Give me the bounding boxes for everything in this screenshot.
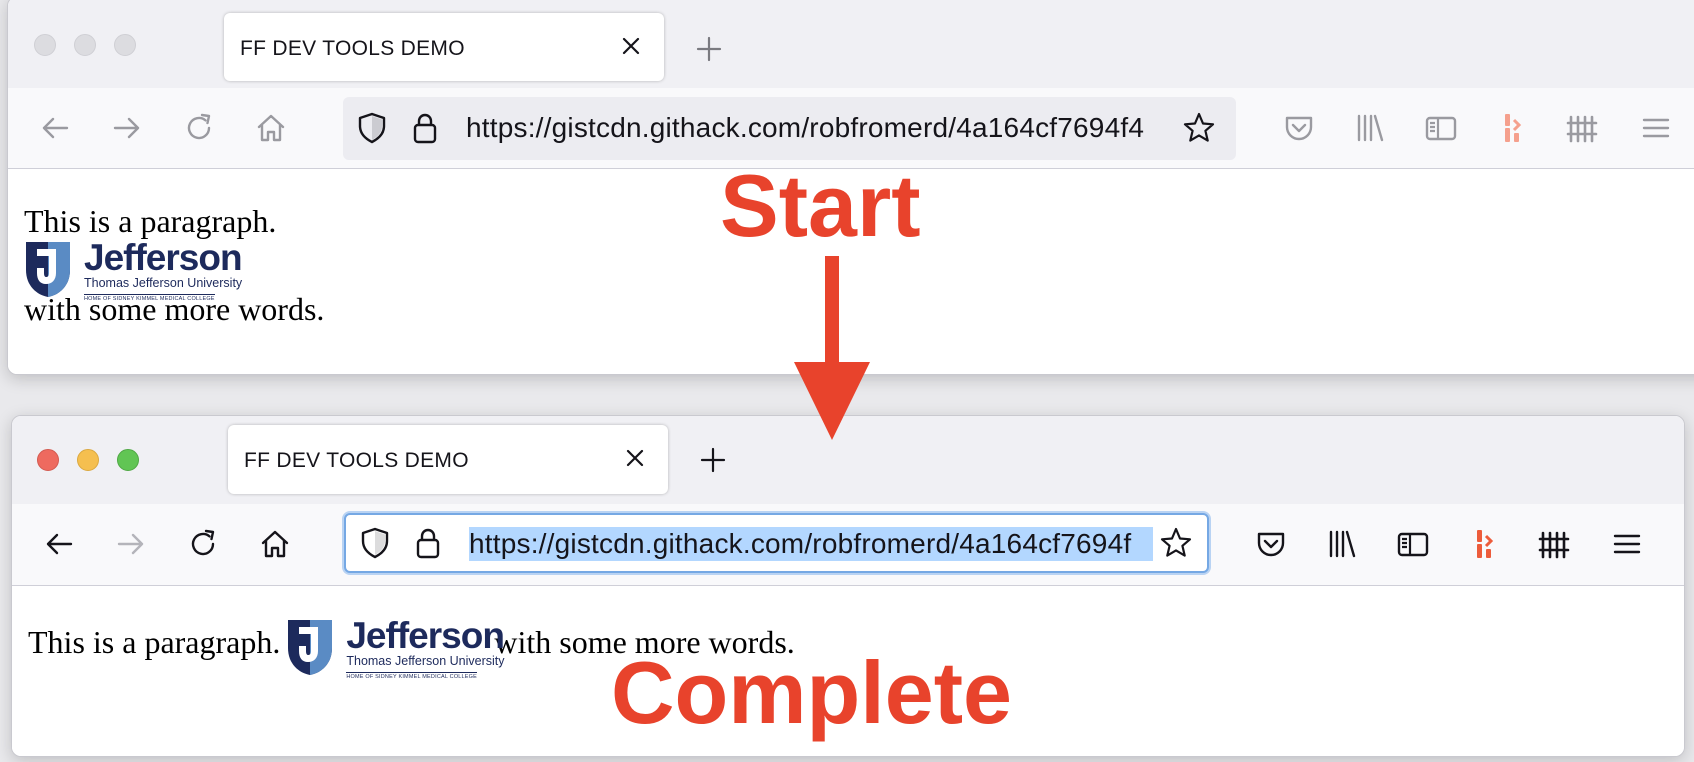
minimize-window-button[interactable]: [74, 34, 96, 56]
complete-annotation-label: Complete: [611, 643, 1012, 742]
logo-subtitle: Thomas Jefferson University: [346, 654, 505, 668]
lock-icon[interactable]: [411, 526, 445, 560]
close-window-button[interactable]: [37, 449, 59, 471]
tab-ff-dev-tools-demo[interactable]: FF DEV TOOLS DEMO: [228, 425, 668, 494]
paragraph-start-text: This is a paragraph.: [28, 624, 281, 660]
window-controls: [34, 34, 136, 56]
extension-icon[interactable]: [1467, 527, 1501, 561]
home-icon[interactable]: [258, 527, 292, 561]
lock-icon[interactable]: [408, 111, 442, 145]
library-icon[interactable]: [1353, 111, 1387, 145]
reload-icon[interactable]: [186, 527, 220, 561]
down-arrow-icon: [794, 256, 870, 440]
minimize-window-button[interactable]: [77, 449, 99, 471]
menu-icon[interactable]: [1639, 111, 1673, 145]
fence-icon[interactable]: [1566, 111, 1600, 145]
tab-title: FF DEV TOOLS DEMO: [244, 449, 469, 472]
tab-ff-dev-tools-demo[interactable]: FF DEV TOOLS DEMO: [224, 13, 664, 81]
plus-icon[interactable]: [696, 443, 730, 477]
forward-icon[interactable]: [114, 527, 148, 561]
paragraph-end-text: with some more words.: [24, 291, 325, 327]
back-icon[interactable]: [42, 527, 76, 561]
jefferson-shield-icon: [288, 620, 333, 675]
url-text-selected[interactable]: https://gistcdn.githack.com/robfromerd/4…: [469, 527, 1153, 561]
logo-name: Jefferson: [346, 615, 505, 656]
paragraph-start-text: This is a paragraph.: [24, 203, 277, 239]
window-controls: [37, 449, 139, 471]
shield-icon[interactable]: [358, 526, 392, 560]
close-window-button[interactable]: [34, 34, 56, 56]
start-annotation-label: Start: [720, 156, 921, 255]
library-icon[interactable]: [1325, 527, 1359, 561]
star-icon[interactable]: [1159, 526, 1193, 560]
navigation-toolbar: https://gistcdn.githack.com/robfromerd/4…: [12, 504, 1684, 586]
back-icon[interactable]: [38, 111, 72, 145]
zoom-window-button[interactable]: [114, 34, 136, 56]
sidebar-icon[interactable]: [1396, 527, 1430, 561]
zoom-window-button[interactable]: [117, 449, 139, 471]
star-icon[interactable]: [1182, 111, 1216, 145]
plus-icon[interactable]: [692, 32, 726, 66]
sidebar-icon[interactable]: [1424, 111, 1458, 145]
logo-subtitle: Thomas Jefferson University: [84, 276, 243, 290]
pocket-icon[interactable]: [1282, 111, 1316, 145]
logo-tagline: HOME OF SIDNEY KIMMEL MEDICAL COLLEGE: [346, 672, 478, 680]
jefferson-shield-icon: [26, 242, 70, 297]
jefferson-logo: Jefferson Thomas Jefferson University HO…: [286, 615, 505, 680]
forward-icon[interactable]: [110, 111, 144, 145]
close-icon[interactable]: [616, 31, 646, 61]
shield-icon[interactable]: [355, 111, 389, 145]
menu-icon[interactable]: [1610, 527, 1644, 561]
address-bar[interactable]: https://gistcdn.githack.com/robfromerd/4…: [343, 97, 1236, 160]
tab-strip: FF DEV TOOLS DEMO: [8, 0, 1694, 88]
close-icon[interactable]: [620, 443, 650, 473]
fence-icon[interactable]: [1538, 527, 1572, 561]
extension-icon[interactable]: [1495, 111, 1529, 145]
logo-name: Jefferson: [84, 237, 243, 278]
reload-icon[interactable]: [182, 111, 216, 145]
address-bar[interactable]: https://gistcdn.githack.com/robfromerd/4…: [344, 513, 1209, 573]
home-icon[interactable]: [254, 111, 288, 145]
tab-title: FF DEV TOOLS DEMO: [240, 37, 465, 60]
pocket-icon[interactable]: [1254, 527, 1288, 561]
url-text: https://gistcdn.githack.com/robfromerd/4…: [466, 112, 1145, 143]
